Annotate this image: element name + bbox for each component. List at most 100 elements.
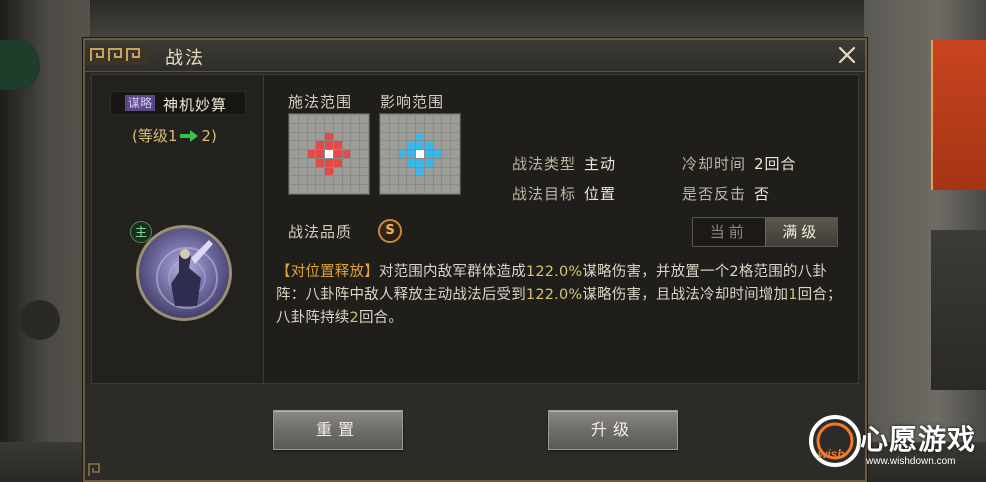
grid-cell bbox=[307, 115, 316, 123]
grid-cell bbox=[333, 141, 342, 150]
grid-cell bbox=[316, 123, 325, 132]
grid-cell bbox=[333, 123, 342, 132]
grid-cell bbox=[307, 123, 316, 132]
description-text: 回合。 bbox=[358, 310, 404, 326]
grid-cell bbox=[342, 141, 351, 150]
grid-cell bbox=[381, 176, 389, 185]
grid-cell bbox=[333, 115, 342, 123]
grid-cell bbox=[416, 115, 424, 123]
grid-cell bbox=[407, 123, 416, 132]
grid-cell bbox=[389, 176, 398, 185]
grid-cell bbox=[307, 167, 316, 176]
effect-range-label: 影响范围 bbox=[380, 93, 445, 111]
grid-cell bbox=[424, 123, 433, 132]
grid-cell bbox=[398, 150, 407, 158]
grid-cell bbox=[290, 176, 298, 185]
level-to: 2) bbox=[201, 126, 217, 145]
grid-cell bbox=[360, 132, 368, 141]
grid-cell bbox=[424, 185, 433, 193]
grid-cell bbox=[424, 176, 433, 185]
portrait-image bbox=[136, 225, 232, 321]
grid-cell bbox=[298, 185, 307, 193]
grid-cell bbox=[316, 115, 325, 123]
grid-cell bbox=[424, 158, 433, 167]
grid-cell bbox=[424, 167, 433, 176]
tab-max-level[interactable]: 满级 bbox=[764, 218, 837, 246]
skill-name: 神机妙算 bbox=[163, 96, 228, 114]
grid-cell bbox=[442, 158, 451, 167]
grid-cell bbox=[389, 123, 398, 132]
grid-cell bbox=[381, 115, 389, 123]
description-value: 2 bbox=[349, 310, 359, 326]
grid-cell bbox=[290, 150, 298, 158]
grid-cell bbox=[407, 167, 416, 176]
grid-cell bbox=[298, 132, 307, 141]
grid-cell bbox=[442, 176, 451, 185]
stat-cooldown: 冷却时间 2回合 bbox=[682, 153, 797, 174]
grid-cell bbox=[433, 176, 442, 185]
grid-cell bbox=[424, 115, 433, 123]
grid-cell bbox=[442, 141, 451, 150]
grid-cell bbox=[398, 115, 407, 123]
grid-cell bbox=[360, 158, 368, 167]
grid-cell bbox=[442, 167, 451, 176]
grid-cell bbox=[298, 141, 307, 150]
description-value: 1 bbox=[788, 287, 798, 303]
grid-cell bbox=[290, 132, 298, 141]
grid-cell bbox=[290, 167, 298, 176]
watermark-logo-text: wish bbox=[818, 447, 845, 461]
grid-cell bbox=[389, 185, 398, 193]
grid-cell bbox=[407, 115, 416, 123]
grid-cell bbox=[342, 123, 351, 132]
grid-cell bbox=[424, 132, 433, 141]
cast-range-grid bbox=[288, 113, 370, 195]
grid-cell bbox=[307, 132, 316, 141]
grid-cell bbox=[298, 167, 307, 176]
grid-cell bbox=[351, 123, 360, 132]
grid-cell bbox=[381, 150, 389, 158]
stat-counterattack: 是否反击否 bbox=[682, 183, 770, 204]
grid-cell bbox=[333, 158, 342, 167]
stat-key: 战法类型 bbox=[512, 155, 577, 173]
grid-cell bbox=[442, 115, 451, 123]
grid-cell bbox=[407, 132, 416, 141]
corner-ornament-icon bbox=[88, 463, 100, 476]
general-portrait[interactable]: 主 bbox=[130, 221, 232, 321]
stat-value: 主动 bbox=[584, 155, 617, 173]
grid-cell bbox=[416, 185, 424, 193]
grid-cell bbox=[407, 176, 416, 185]
background-left-element bbox=[20, 300, 60, 340]
grid-cell bbox=[342, 167, 351, 176]
grid-cell bbox=[398, 167, 407, 176]
grid-cell bbox=[360, 123, 368, 132]
stat-key: 战法目标 bbox=[512, 185, 577, 203]
reset-button[interactable]: 重置 bbox=[273, 410, 403, 450]
grid-cell bbox=[389, 141, 398, 150]
grid-cell bbox=[351, 176, 360, 185]
grid-cell bbox=[351, 132, 360, 141]
stat-key: 是否反击 bbox=[682, 185, 747, 203]
grid-cell bbox=[342, 132, 351, 141]
grid-cell bbox=[381, 158, 389, 167]
grid-cell bbox=[307, 150, 316, 158]
grid-cell bbox=[451, 176, 459, 185]
stat-key: 冷却时间 bbox=[682, 155, 747, 173]
grid-cell bbox=[407, 141, 416, 150]
background-top bbox=[0, 0, 986, 38]
grid-cell bbox=[307, 158, 316, 167]
dialog-header: 战法 bbox=[85, 40, 865, 72]
grid-cell bbox=[360, 115, 368, 123]
close-icon[interactable] bbox=[835, 43, 859, 67]
stat-value: 2回合 bbox=[754, 155, 797, 173]
tab-current-level[interactable]: 当前 bbox=[693, 218, 765, 246]
grid-cell bbox=[451, 185, 459, 193]
grid-cell bbox=[351, 158, 360, 167]
grid-cell bbox=[389, 167, 398, 176]
upgrade-button[interactable]: 升级 bbox=[548, 410, 678, 450]
grid-cell bbox=[442, 185, 451, 193]
grid-cell bbox=[451, 150, 459, 158]
grid-cell bbox=[416, 167, 424, 176]
grid-cell bbox=[316, 141, 325, 150]
grid-cell bbox=[333, 132, 342, 141]
background-right bbox=[864, 0, 986, 482]
